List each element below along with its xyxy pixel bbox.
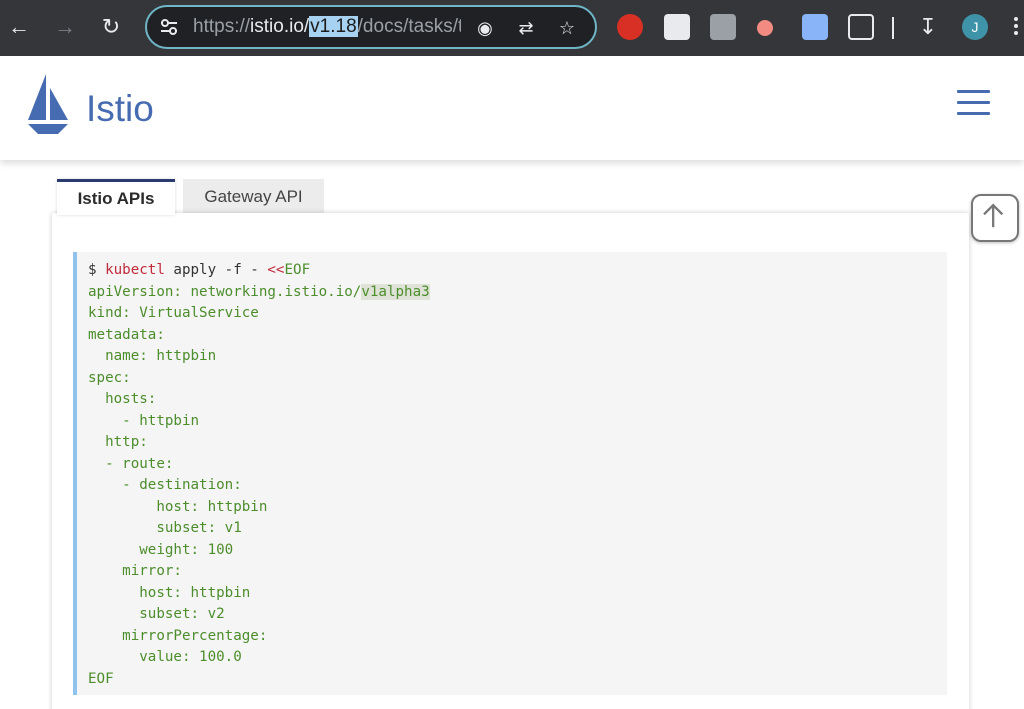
url-host: istio.io [250, 16, 304, 37]
extension-stop-hand-icon[interactable] [617, 14, 643, 40]
code-line: EOF [88, 670, 114, 687]
tab-istio-apis[interactable]: Istio APIs [57, 179, 175, 215]
extension-camera-icon[interactable] [710, 14, 736, 40]
code-line: name: httpbin [88, 348, 217, 364]
command-args: apply -f - [164, 262, 268, 278]
heredoc-operator: << [267, 262, 285, 278]
url-selected-version: v1.18 [309, 16, 358, 37]
code-line: mirrorPercentage: [88, 627, 268, 644]
extension-block-icon[interactable] [757, 20, 773, 36]
reload-icon[interactable]: ↻ [98, 14, 124, 40]
code-line: http: [88, 434, 148, 450]
code-line: spec: [88, 369, 131, 386]
toolbar-divider [892, 17, 894, 39]
code-line: - destination: [88, 477, 242, 493]
lens-search-icon[interactable]: ◉ [474, 17, 496, 39]
download-icon[interactable]: ↧ [915, 14, 941, 40]
code-lines: kind: VirtualService metadata: name: htt… [88, 305, 267, 687]
arrow-up-icon [983, 203, 1004, 228]
code-text: $ kubectl apply -f - <<EOF apiVersion: n… [88, 260, 430, 690]
code-line: kind: VirtualService [88, 305, 259, 321]
command-name: kubectl [105, 262, 165, 278]
scroll-to-top-button[interactable] [971, 194, 1019, 242]
url-text[interactable]: https://istio.io/v1.18/docs/tasks/t [193, 16, 461, 38]
code-line: host: httpbin [88, 498, 268, 515]
url-path: /docs/tasks/t [357, 16, 461, 37]
site-brand-name[interactable]: Istio [86, 88, 154, 130]
forward-arrow-icon[interactable]: → [52, 14, 78, 40]
browser-toolbar: ← → ↻ https://istio.io/v1.18/docs/tasks/… [0, 0, 1024, 56]
site-header: Istio [0, 56, 1024, 160]
code-line: host: httpbin [88, 584, 251, 601]
site-settings-icon[interactable] [159, 18, 179, 36]
code-line: - route: [88, 455, 174, 472]
code-line: weight: 100 [88, 541, 234, 558]
back-arrow-icon[interactable]: ← [6, 14, 32, 40]
bookmark-star-icon[interactable]: ☆ [556, 17, 578, 39]
hamburger-menu-icon[interactable] [957, 90, 990, 116]
profile-avatar[interactable]: J [962, 14, 988, 40]
extension-play-icon[interactable] [802, 14, 828, 40]
api-version-value: v1alpha3 [361, 283, 430, 300]
code-line: mirror: [88, 563, 182, 579]
heredoc-tag: EOF [284, 262, 311, 278]
code-line: subset: v1 [88, 520, 242, 536]
code-line: subset: v2 [88, 606, 225, 622]
shell-prompt: $ [88, 262, 106, 278]
translate-icon[interactable]: ⇄ [515, 17, 537, 39]
code-line: metadata: [88, 326, 165, 343]
extensions-puzzle-icon[interactable] [848, 14, 874, 40]
code-line: - httpbin [88, 412, 200, 429]
code-line: value: 100.0 [88, 649, 242, 665]
istio-logo-icon[interactable] [26, 74, 70, 138]
code-block: $ kubectl apply -f - <<EOF apiVersion: n… [73, 252, 947, 695]
address-bar[interactable]: https://istio.io/v1.18/docs/tasks/t ◉ ⇄ … [145, 5, 597, 49]
tab-gateway-api[interactable]: Gateway API [183, 179, 324, 215]
extension-qr-code-icon[interactable] [664, 14, 690, 40]
code-line: hosts: [88, 391, 157, 407]
browser-menu-icon[interactable] [1010, 14, 1022, 40]
url-scheme: https:// [193, 16, 251, 37]
api-version-key: apiVersion: networking.istio.io/ [88, 283, 362, 300]
